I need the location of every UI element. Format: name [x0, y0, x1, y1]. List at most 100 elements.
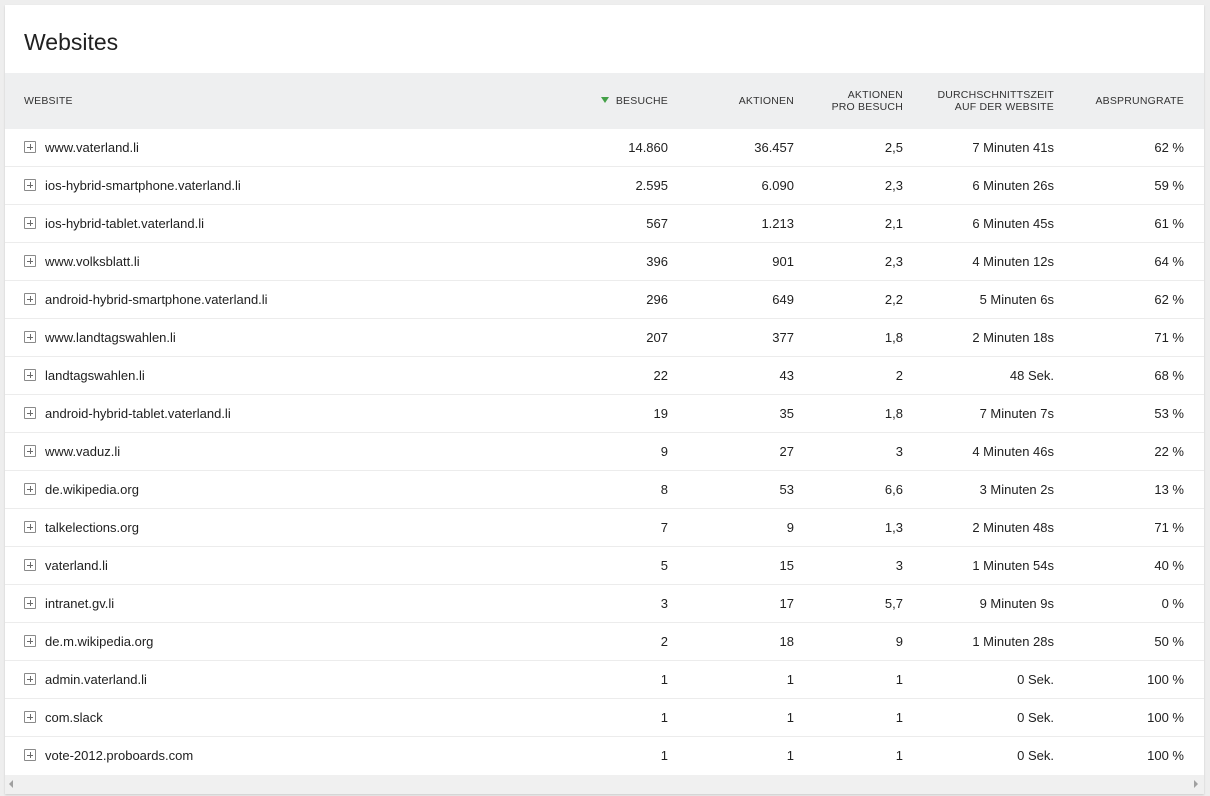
plus-square-icon[interactable] [24, 331, 36, 343]
table-row[interactable]: vote-2012.proboards.com 1 1 1 0 Sek. 100 % [5, 737, 1204, 775]
cell-website[interactable]: de.wikipedia.org [45, 471, 139, 508]
column-header-actions[interactable]: Aktionen [695, 73, 794, 129]
plus-square-icon[interactable] [24, 559, 36, 571]
scroll-left-arrow-icon[interactable] [9, 780, 13, 788]
cell-website[interactable]: www.volksblatt.li [45, 243, 140, 280]
cell-actions-per-visit: 2,5 [884, 140, 903, 155]
cell-website[interactable]: www.vaduz.li [45, 433, 120, 470]
cell-avg-time: 48 Sek. [1009, 368, 1054, 383]
plus-square-icon[interactable] [24, 293, 36, 305]
cell-visits: 7 [660, 520, 668, 535]
cell-actions: 1.213 [761, 216, 794, 231]
table-row[interactable]: admin.vaterland.li 1 1 1 0 Sek. 100 % [5, 661, 1204, 699]
table-row[interactable]: landtagswahlen.li 22 43 2 48 Sek. 68 % [5, 357, 1204, 395]
plus-square-icon[interactable] [24, 407, 36, 419]
column-header-actions-per-visit[interactable]: Aktionen pro Besuch [805, 73, 903, 129]
cell-website[interactable]: talkelections.org [45, 509, 139, 546]
cell-website[interactable]: www.vaterland.li [45, 129, 139, 166]
table-row[interactable]: www.vaduz.li 9 27 3 4 Minuten 46s 22 % [5, 433, 1204, 471]
cell-visits: 1 [660, 748, 668, 763]
cell-avg-time: 0 Sek. [1017, 710, 1054, 725]
cell-website[interactable]: ios-hybrid-tablet.vaterland.li [45, 205, 204, 242]
column-header-bounce-rate[interactable]: Absprungrate [1075, 73, 1184, 129]
cell-visits: 1 [660, 672, 668, 687]
cell-avg-time: 0 Sek. [1017, 672, 1054, 687]
cell-visits: 5 [660, 558, 668, 573]
cell-actions: 43 [779, 368, 794, 383]
plus-square-icon[interactable] [24, 255, 36, 267]
cell-actions: 18 [779, 634, 794, 649]
plus-square-icon[interactable] [24, 749, 36, 761]
plus-square-icon[interactable] [24, 597, 36, 609]
cell-avg-time: 6 Minuten 45s [972, 216, 1054, 231]
table-row[interactable]: www.volksblatt.li 396 901 2,3 4 Minuten 12s 6… [5, 243, 1204, 281]
cell-website[interactable]: vote-2012.proboards.com [45, 737, 193, 774]
cell-website[interactable]: ios-hybrid-smartphone.vaterland.li [45, 167, 241, 204]
cell-avg-time: 2 Minuten 48s [972, 520, 1054, 535]
cell-website[interactable]: de.m.wikipedia.org [45, 623, 153, 660]
plus-square-icon[interactable] [24, 217, 36, 229]
cell-avg-time: 0 Sek. [1017, 748, 1054, 763]
table-row[interactable]: de.m.wikipedia.org 2 18 9 1 Minuten 28s 50 % [5, 623, 1204, 661]
plus-square-icon[interactable] [24, 521, 36, 533]
column-header-avg-time[interactable]: Durchschnittszeit auf der Website [915, 73, 1054, 129]
cell-website[interactable]: vaterland.li [45, 547, 108, 584]
cell-actions-per-visit: 3 [895, 558, 903, 573]
column-header-avg-time-label: Durchschnittszeit auf der Website [937, 89, 1054, 113]
cell-website[interactable]: intranet.gv.li [45, 585, 114, 622]
plus-square-icon[interactable] [24, 445, 36, 457]
cell-actions: 6.090 [761, 178, 794, 193]
cell-actions: 35 [779, 406, 794, 421]
websites-card: Websites Website Besuche Aktionen Aktion… [5, 5, 1204, 794]
cell-visits: 2 [660, 634, 668, 649]
table-row[interactable]: ios-hybrid-tablet.vaterland.li 567 1.213 2,… [5, 205, 1204, 243]
horizontal-scrollbar[interactable] [5, 775, 1204, 794]
plus-square-icon[interactable] [24, 141, 36, 153]
table-row[interactable]: vaterland.li 5 15 3 1 Minuten 54s 40 % [5, 547, 1204, 585]
plus-square-icon[interactable] [24, 179, 36, 191]
column-header-actions-label: Aktionen [738, 95, 794, 107]
plus-square-icon[interactable] [24, 673, 36, 685]
cell-visits: 296 [646, 292, 668, 307]
table-row[interactable]: android-hybrid-smartphone.vaterland.li 29… [5, 281, 1204, 319]
cell-avg-time: 3 Minuten 2s [979, 482, 1054, 497]
table-row[interactable]: com.slack 1 1 1 0 Sek. 100 % [5, 699, 1204, 737]
table-row[interactable]: www.vaterland.li 14.860 36.457 2,5 7 Minuten… [5, 129, 1204, 167]
table-row[interactable]: intranet.gv.li 3 17 5,7 9 Minuten 9s 0 % [5, 585, 1204, 623]
plus-square-icon[interactable] [24, 369, 36, 381]
table-row[interactable]: www.landtagswahlen.li 207 377 1,8 2 Minuten … [5, 319, 1204, 357]
table-row[interactable]: de.wikipedia.org 8 53 6,6 3 Minuten 2s 13 % [5, 471, 1204, 509]
cell-visits: 567 [646, 216, 668, 231]
cell-avg-time: 5 Minuten 6s [979, 292, 1054, 307]
cell-website[interactable]: admin.vaterland.li [45, 661, 147, 698]
cell-website[interactable]: landtagswahlen.li [45, 357, 145, 394]
cell-actions: 377 [772, 330, 794, 345]
plus-square-icon[interactable] [24, 711, 36, 723]
column-header-bounce-label: Absprungrate [1095, 95, 1184, 107]
cell-actions-per-visit: 6,6 [884, 482, 903, 497]
column-header-website-label: Website [24, 95, 73, 107]
plus-square-icon[interactable] [24, 483, 36, 495]
cell-actions: 53 [779, 482, 794, 497]
cell-website[interactable]: android-hybrid-smartphone.vaterland.li [45, 281, 268, 318]
cell-actions: 27 [779, 444, 794, 459]
table-row[interactable]: talkelections.org 7 9 1,3 2 Minuten 48s 71 % [5, 509, 1204, 547]
cell-actions-per-visit: 1,3 [884, 520, 903, 535]
cell-bounce-rate: 62 % [1154, 292, 1184, 307]
cell-bounce-rate: 22 % [1154, 444, 1184, 459]
table-row[interactable]: android-hybrid-tablet.vaterland.li 19 35 1,… [5, 395, 1204, 433]
table-row[interactable]: ios-hybrid-smartphone.vaterland.li 2.595 6… [5, 167, 1204, 205]
plus-square-icon[interactable] [24, 635, 36, 647]
cell-actions-per-visit: 2 [895, 368, 903, 383]
cell-actions-per-visit: 1,8 [884, 330, 903, 345]
column-header-visits[interactable]: Besuche [565, 73, 668, 129]
scroll-right-arrow-icon[interactable] [1194, 780, 1198, 788]
cell-website[interactable]: www.landtagswahlen.li [45, 319, 176, 356]
cell-actions-per-visit: 2,3 [884, 254, 903, 269]
table-header: Website Besuche Aktionen Aktionen pro Be… [5, 73, 1204, 129]
card-title: Websites [24, 29, 119, 55]
cell-website[interactable]: com.slack [45, 699, 103, 736]
column-header-website[interactable]: Website [24, 73, 73, 129]
cell-avg-time: 4 Minuten 46s [972, 444, 1054, 459]
cell-website[interactable]: android-hybrid-tablet.vaterland.li [45, 395, 231, 432]
